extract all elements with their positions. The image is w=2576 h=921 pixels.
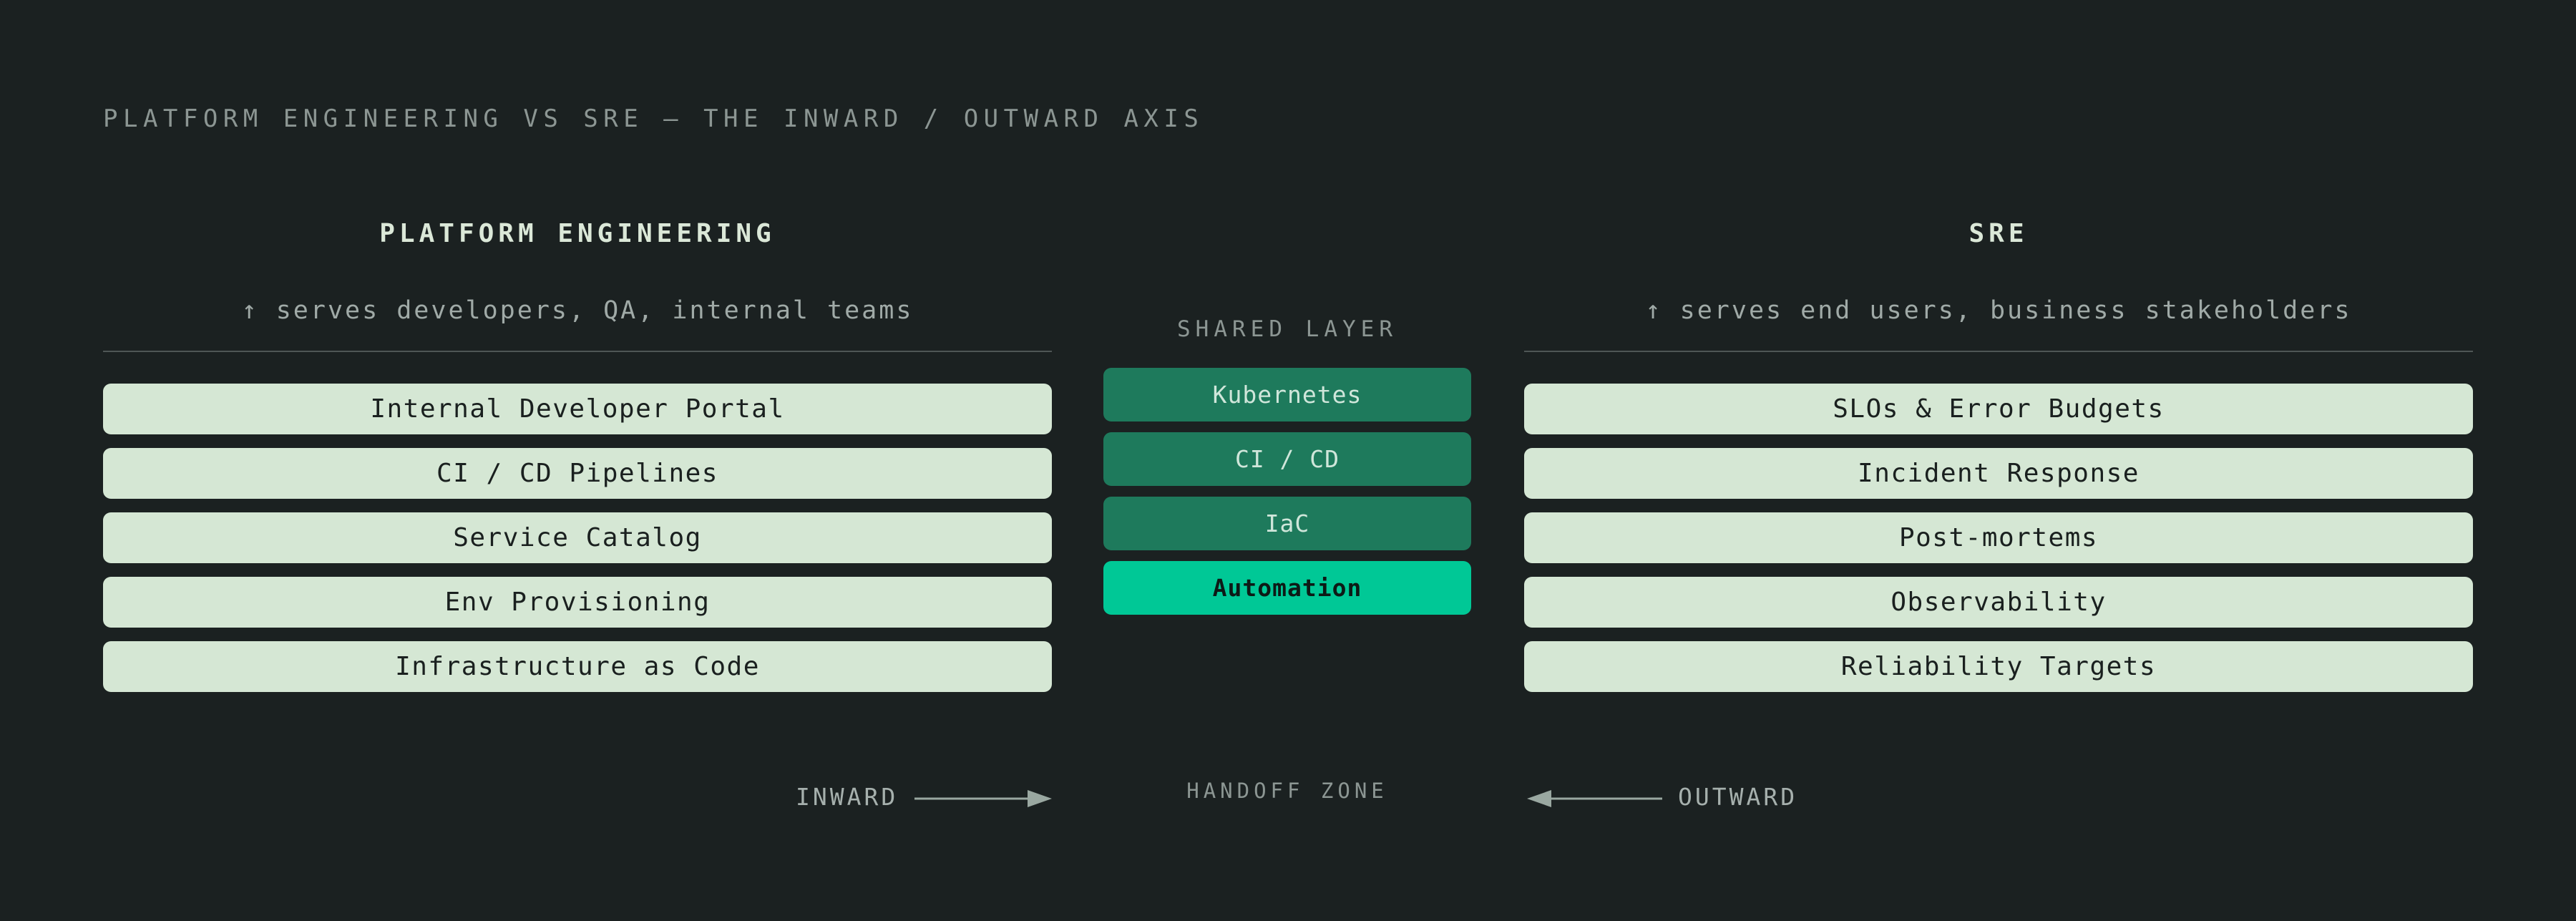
sre-item-reliability-targets: Reliability Targets [1524,641,2473,692]
outward-label: OUTWARD [1678,783,1798,811]
platform-item-ci-cd-pipelines: CI / CD Pipelines [103,448,1052,499]
sre-list: SLOs & Error Budgets Incident Response P… [1524,384,2473,692]
platform-engineering-list: Internal Developer Portal CI / CD Pipeli… [103,384,1052,692]
platform-item-service-catalog: Service Catalog [103,512,1052,563]
shared-item-ci-cd: CI / CD [1103,432,1471,486]
sre-item-incident-response: Incident Response [1524,448,2473,499]
platform-item-env-provisioning: Env Provisioning [103,577,1052,628]
platform-engineering-title: PLATFORM ENGINEERING [379,219,776,248]
sre-item-post-mortems: Post-mortems [1524,512,2473,563]
shared-item-iac: IaC [1103,497,1471,550]
shared-layer-list: Kubernetes CI / CD IaC Automation [1103,368,1471,615]
inward-arrow-icon [914,790,1052,807]
sre-item-slos-error-budgets: SLOs & Error Budgets [1524,384,2473,434]
outward-arrow-icon [1527,790,1662,807]
platform-engineering-divider [103,351,1052,352]
shared-layer-label: SHARED LAYER [1177,316,1397,342]
handoff-zone-label: HANDOFF ZONE [1186,779,1388,803]
inward-label: INWARD [796,783,899,811]
shared-item-automation: Automation [1103,561,1471,615]
sre-divider [1524,351,2473,352]
platform-item-developer-portal: Internal Developer Portal [103,384,1052,434]
sre-audience: ↑ serves end users, business stakeholder… [1645,296,2352,325]
page-title: PLATFORM ENGINEERING VS SRE — THE INWARD… [103,104,1204,133]
shared-item-kubernetes: Kubernetes [1103,368,1471,421]
platform-engineering-audience: ↑ serves developers, QA, internal teams [241,296,914,325]
platform-item-infrastructure-as-code: Infrastructure as Code [103,641,1052,692]
sre-item-observability: Observability [1524,577,2473,628]
sre-title: SRE [1968,219,2029,248]
